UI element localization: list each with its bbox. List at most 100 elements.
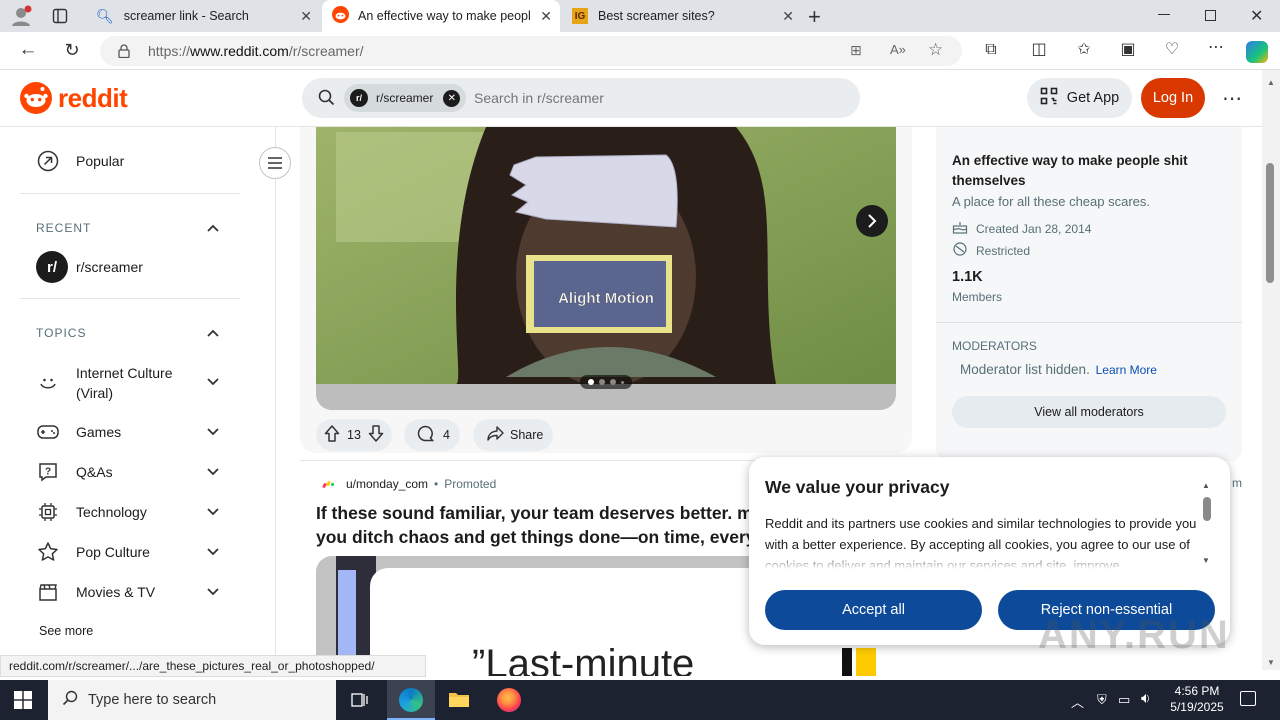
sidebar-item-games[interactable]: Games <box>36 420 121 444</box>
upvote-icon[interactable] <box>324 425 340 445</box>
address-bar-row: ← ↻ https://www.reddit.com/r/screamer/ ⊞… <box>0 32 1280 70</box>
tab-title: screamer link - Search <box>123 9 249 23</box>
settings-more-icon[interactable]: ⋯ <box>1205 38 1227 58</box>
chevron-down-icon[interactable] <box>206 375 220 389</box>
login-label: Log In <box>1152 90 1194 106</box>
sidebar-item-r-screamer[interactable]: r/ r/screamer <box>36 251 143 283</box>
privacy-body-fade <box>765 553 1203 569</box>
topics-heading[interactable]: TOPICS <box>36 326 86 340</box>
copilot-icon[interactable] <box>1246 41 1268 63</box>
promoted-post-title[interactable]: If these sound familiar, your team deser… <box>316 501 752 549</box>
url-field[interactable]: https://www.reddit.com/r/screamer/ ⊞ A» … <box>100 36 962 66</box>
network-icon[interactable]: ▭ <box>1118 692 1130 708</box>
get-app-label: Get App <box>1066 90 1120 106</box>
page-scrollbar[interactable]: ▲ ▼ <box>1262 70 1280 670</box>
accept-all-button[interactable]: Accept all <box>765 590 982 630</box>
post-author-link[interactable]: u/monday_com <box>346 477 428 491</box>
sidebar-item-movies-tv[interactable]: Movies & TV <box>36 580 155 604</box>
share-button[interactable]: Share <box>473 419 553 451</box>
tab-best-screamer[interactable]: IG Best screamer sites? ✕ <box>562 0 802 32</box>
site-favicon-icon: IG <box>572 8 588 24</box>
view-all-moderators-button[interactable]: View all moderators <box>952 396 1226 428</box>
login-button[interactable]: Log In <box>1141 78 1205 118</box>
browser-essentials-icon[interactable]: ♡ <box>1161 40 1183 60</box>
task-view-icon[interactable] <box>351 691 369 709</box>
chevron-up-icon[interactable] <box>206 221 220 235</box>
close-tab-icon[interactable]: ✕ <box>782 8 794 25</box>
chevron-down-icon[interactable] <box>206 585 220 599</box>
carousel-next-button[interactable] <box>856 205 888 237</box>
volume-icon[interactable]: 🔉︎ <box>1141 690 1150 707</box>
app-available-icon[interactable]: ⊞ <box>850 42 862 59</box>
subreddit-search[interactable]: r/ r/screamer ✕ <box>302 78 860 118</box>
comment-count: 4 <box>443 428 450 442</box>
moderators-hidden-note: Moderator list hidden. Learn More <box>960 362 1157 377</box>
learn-more-link[interactable]: Learn More <box>1096 363 1157 377</box>
sidebar-item-qas[interactable]: ? Q&As <box>36 460 113 484</box>
sidebar-item-internet-culture[interactable]: Internet Culture (Viral) <box>36 363 186 403</box>
collapse-sidebar-button[interactable] <box>259 147 291 179</box>
url-text: https://www.reddit.com/r/screamer/ <box>148 43 364 59</box>
share-label: Share <box>510 428 544 442</box>
chevron-down-icon[interactable] <box>206 505 220 519</box>
see-more-link[interactable]: See more <box>39 624 93 638</box>
sidebar-item-popular[interactable]: Popular <box>36 149 124 173</box>
back-icon[interactable]: ← <box>17 40 39 60</box>
notification-icon[interactable] <box>1240 691 1256 706</box>
chevron-down-icon[interactable] <box>206 425 220 439</box>
start-button[interactable] <box>14 691 32 709</box>
firefox-icon[interactable] <box>497 688 521 712</box>
close-tab-icon[interactable]: ✕ <box>540 8 552 25</box>
favorite-star-icon[interactable]: ☆ <box>928 40 943 60</box>
moderators-heading: MODERATORS <box>952 339 1037 353</box>
split-screen-icon[interactable]: ◫ <box>1028 40 1050 60</box>
close-tab-icon[interactable]: ✕ <box>300 8 312 25</box>
restore-icon[interactable] <box>1205 10 1216 21</box>
reddit-logo[interactable]: reddit <box>20 82 128 114</box>
collections-icon[interactable]: ▣ <box>1117 40 1139 60</box>
extensions-icon[interactable]: ⧉ <box>980 40 1002 60</box>
chevron-down-icon[interactable] <box>206 465 220 479</box>
chevron-down-icon[interactable] <box>206 545 220 559</box>
scroll-up-icon[interactable]: ▲ <box>1202 481 1210 490</box>
file-explorer-icon[interactable] <box>448 690 470 708</box>
favorites-icon[interactable]: ✩ <box>1073 40 1095 60</box>
get-app-button[interactable]: Get App <box>1027 78 1132 118</box>
profile-avatar[interactable] <box>10 5 32 27</box>
more-options-icon[interactable]: ⋯ <box>1222 86 1242 111</box>
sidebar-item-label: Popular <box>76 153 125 169</box>
chevron-up-icon[interactable] <box>206 326 220 340</box>
subreddit-chip[interactable]: r/ r/screamer ✕ <box>344 84 467 112</box>
reddit-snoo-icon <box>20 82 52 114</box>
read-aloud-icon[interactable]: A» <box>890 42 906 57</box>
minimize-icon[interactable] <box>1158 14 1170 15</box>
comments-button[interactable]: 4 <box>404 419 460 451</box>
refresh-icon[interactable]: ↻ <box>61 40 83 60</box>
new-tab-icon[interactable]: + <box>808 4 821 30</box>
clapperboard-icon <box>36 580 60 604</box>
close-window-icon[interactable]: ✕ <box>1250 6 1263 26</box>
tab-reddit-active[interactable]: An effective way to make people shit the… <box>322 0 560 32</box>
chip-clear-icon[interactable]: ✕ <box>443 89 461 107</box>
post-image-carousel[interactable]: Alight Motion <box>316 127 896 410</box>
sidebar-item-technology[interactable]: Technology <box>36 500 147 524</box>
dialog-scroll-thumb[interactable] <box>1203 497 1211 521</box>
clock[interactable]: 4:56 PM 5/19/2025 <box>1166 683 1228 715</box>
taskbar-search[interactable]: Type here to search <box>48 680 336 720</box>
scroll-down-arrow[interactable]: ▼ <box>1267 658 1275 667</box>
reddit-favicon-icon <box>332 6 349 26</box>
tab-actions-icon[interactable] <box>52 8 68 24</box>
tray-chevron-icon[interactable]: ︿ <box>1071 692 1084 711</box>
downvote-icon[interactable] <box>368 425 384 445</box>
scroll-up-arrow[interactable]: ▲ <box>1267 78 1275 87</box>
sidebar-item-pop-culture[interactable]: Pop Culture <box>36 540 150 564</box>
scroll-down-icon[interactable]: ▼ <box>1202 556 1210 565</box>
scroll-thumb[interactable] <box>1266 163 1274 283</box>
security-tray-icon[interactable]: ⛨ <box>1097 692 1107 708</box>
tab-bing-search[interactable]: 🔍︎ screamer link - Search ✕ <box>84 0 320 32</box>
recent-heading[interactable]: RECENT <box>36 221 91 235</box>
meta-separator: • <box>434 477 439 491</box>
sidebar-item-label: Movies & TV <box>76 584 156 600</box>
search-input[interactable] <box>474 88 834 108</box>
edge-taskbar-icon[interactable] <box>387 680 435 720</box>
